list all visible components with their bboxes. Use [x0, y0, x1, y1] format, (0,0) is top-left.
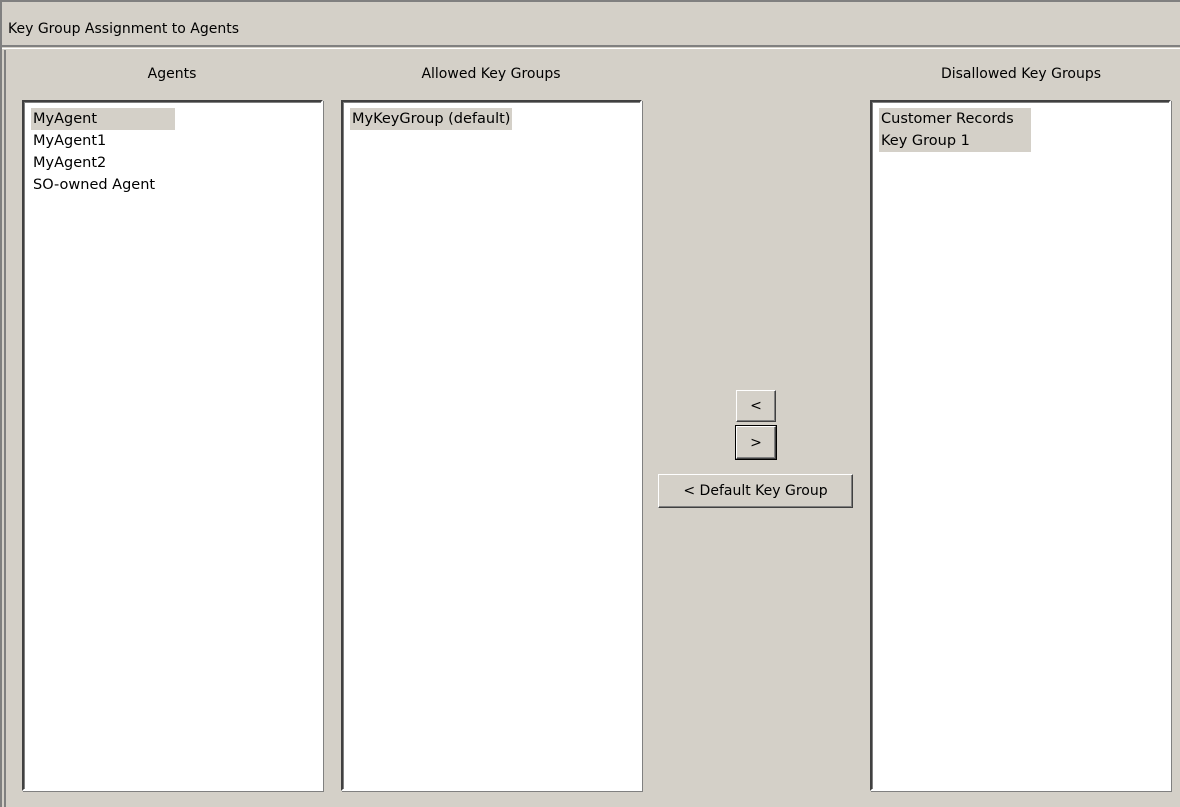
agents-header: Agents: [147, 66, 197, 82]
key-group-assignment-window: Key Group Assignment to Agents Agents Al…: [0, 0, 1180, 807]
disallowed-key-group-item[interactable]: Customer Records: [879, 108, 1031, 130]
agents-listbox[interactable]: MyAgent MyAgent1 MyAgent2 SO-owned Agent: [22, 100, 323, 791]
agent-item[interactable]: MyAgent: [31, 108, 175, 130]
disallowed-key-group-item[interactable]: Key Group 1: [879, 130, 1031, 152]
disallowed-key-groups-listbox[interactable]: Customer Records Key Group 1: [870, 100, 1171, 791]
allowed-key-group-item[interactable]: MyKeyGroup (default): [350, 108, 513, 130]
default-key-group-button[interactable]: < Default Key Group: [658, 474, 853, 508]
title-bar: Key Group Assignment to Agents: [2, 2, 1180, 49]
allowed-key-groups-header: Allowed Key Groups: [421, 66, 561, 82]
move-left-button[interactable]: <: [736, 390, 776, 422]
window-title: Key Group Assignment to Agents: [8, 21, 240, 37]
allowed-key-groups-listbox[interactable]: MyKeyGroup (default): [341, 100, 642, 791]
agent-item[interactable]: MyAgent1: [31, 130, 108, 152]
move-right-button[interactable]: >: [735, 425, 777, 460]
disallowed-key-groups-header: Disallowed Key Groups: [940, 66, 1102, 82]
agent-item[interactable]: SO-owned Agent: [31, 174, 157, 196]
agent-item[interactable]: MyAgent2: [31, 152, 108, 174]
